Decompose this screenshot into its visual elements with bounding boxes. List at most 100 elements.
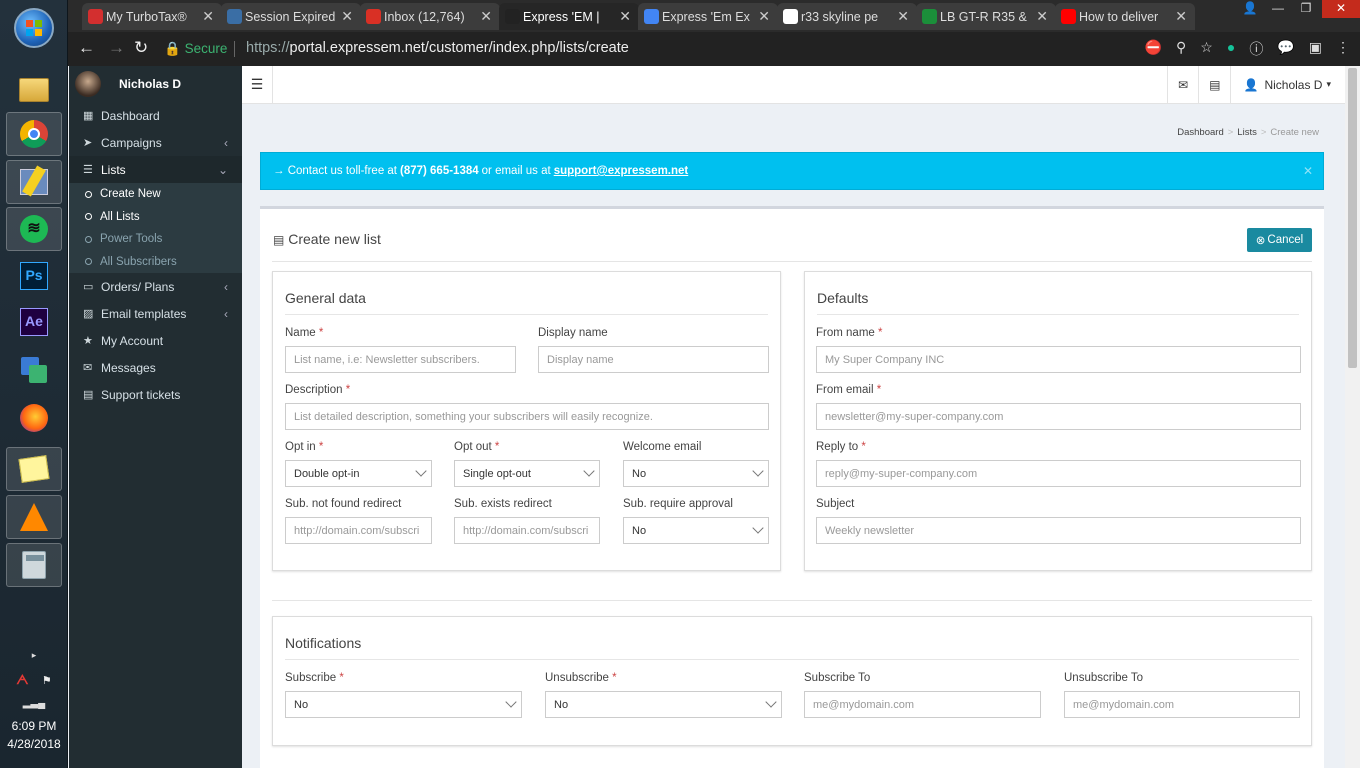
firefox-icon[interactable] [6, 396, 62, 440]
reload-button[interactable]: ↻ [134, 38, 148, 58]
callout-email-link[interactable]: support@expressem.net [554, 165, 689, 177]
tab-favicon-icon [1061, 9, 1076, 24]
subscribe-select[interactable]: No [285, 691, 522, 718]
page-scrollbar[interactable] [1345, 66, 1360, 768]
from-email-input[interactable]: newsletter@my-super-company.com [816, 403, 1301, 430]
browser-tab[interactable]: Session Expired ✕ [221, 3, 361, 30]
browser-tab[interactable]: Express 'Em Ex ✕ [638, 3, 778, 30]
close-window-button[interactable]: ✕ [1322, 0, 1360, 18]
browser-tab[interactable]: r33 skyline pe ✕ [777, 3, 917, 30]
browser-toolbar: ← → ↻ 🔒 Secure https://portal.expressem.… [68, 32, 1360, 66]
url-field[interactable]: https://portal.expressem.net/customer/in… [246, 40, 629, 56]
sidebar-item-campaigns[interactable]: ➤ Campaigns ‹ [69, 129, 242, 156]
list-icon: ☰ [83, 164, 93, 176]
browser-tab[interactable]: Express 'EM | ✕ [499, 3, 639, 30]
scrollbar-thumb[interactable] [1348, 68, 1357, 368]
info-icon[interactable]: ⓘ [1249, 39, 1263, 59]
name-input[interactable]: List name, i.e: Newsletter subscribers. [285, 346, 516, 373]
clock-time[interactable]: 6:09 PM [0, 719, 68, 733]
sidebar-subitem-all-lists[interactable]: All Lists [69, 206, 242, 229]
grammarly-icon[interactable]: ● [1227, 39, 1235, 59]
calculator-icon[interactable] [6, 543, 62, 587]
show-hidden-icons-icon[interactable]: ▸ [0, 650, 68, 661]
user-menu-button[interactable]: 👤 Nicholas D ▾ [1230, 66, 1345, 103]
file-explorer-icon[interactable] [6, 68, 62, 112]
reply-to-input[interactable]: reply@my-super-company.com [816, 460, 1301, 487]
sidebar-item-orders-plans[interactable]: ▭ Orders/ Plans ‹ [69, 273, 242, 300]
browser-tab[interactable]: My TurboTax® ✕ [82, 3, 222, 30]
blocked-popup-icon[interactable]: ⛔ [1145, 39, 1162, 59]
sidebar-subitem-power-tools[interactable]: Power Tools [69, 228, 242, 251]
menu-dots-icon[interactable]: ⋮ [1336, 39, 1350, 59]
sidebar-toggle-button[interactable]: ☰ [242, 66, 273, 103]
sidebar-item-dashboard[interactable]: ▦ Dashboard [69, 102, 242, 129]
browser-tab[interactable]: Inbox (12,764) ✕ [360, 3, 500, 30]
chrome-icon[interactable] [6, 112, 62, 156]
action-center-icon[interactable]: ⚑ [42, 675, 52, 687]
browser-tab[interactable]: How to deliver ✕ [1055, 3, 1195, 30]
spotify-icon[interactable]: ≋ [6, 207, 62, 251]
photoshop-icon[interactable]: Ps [6, 254, 62, 298]
sidebar-item-label: Lists [101, 162, 126, 177]
display-name-input[interactable]: Display name [538, 346, 769, 373]
vlc-icon[interactable] [6, 495, 62, 539]
sidebar-item-messages[interactable]: ✉ Messages [69, 354, 242, 381]
sidebar-item-my-account[interactable]: ★ My Account [69, 327, 242, 354]
tab-close-icon[interactable]: ✕ [897, 8, 909, 25]
network-connector-icon[interactable] [6, 160, 62, 204]
avira-icon[interactable]: ᗅ [16, 672, 28, 687]
tab-close-icon[interactable]: ✕ [480, 8, 492, 25]
secure-indicator[interactable]: 🔒 Secure [164, 41, 227, 57]
subject-input[interactable]: Weekly newsletter [816, 517, 1301, 544]
subscribe-to-input[interactable]: me@mydomain.com [804, 691, 1041, 718]
forward-button[interactable]: → [108, 38, 125, 58]
unsubscribe-to-input[interactable]: me@mydomain.com [1064, 691, 1300, 718]
extension-icon[interactable]: ▣ [1309, 39, 1322, 59]
welcome-email-select[interactable]: No [623, 460, 769, 487]
maximize-button[interactable]: ❐ [1292, 0, 1320, 18]
tab-close-icon[interactable]: ✕ [341, 8, 353, 25]
sidebar-item-support-tickets[interactable]: ▤ Support tickets [69, 381, 242, 408]
sidebar-subitem-create-new[interactable]: Create New [69, 183, 242, 206]
tab-close-icon[interactable]: ✕ [619, 8, 631, 25]
opt-in-select[interactable]: Double opt-in [285, 460, 432, 487]
cancel-button[interactable]: ⊗ Cancel [1247, 228, 1312, 252]
back-button[interactable]: ← [78, 38, 95, 58]
chat-bubble-icon[interactable]: 💬 [1277, 39, 1294, 59]
tasks-button[interactable]: ▤ [1198, 66, 1230, 103]
user-menu-name: Nicholas D [1264, 77, 1323, 92]
clock-date[interactable]: 4/28/2018 [0, 737, 68, 751]
from-name-input[interactable]: My Super Company INC [816, 346, 1301, 373]
sidebar-item-lists[interactable]: ☰ Lists ⌄ [69, 156, 242, 183]
close-icon[interactable]: ✕ [1303, 164, 1313, 178]
network-signal-icon[interactable]: ▂▃▄ [0, 698, 68, 709]
sidebar-item-email-templates[interactable]: ▨ Email templates ‹ [69, 300, 242, 327]
file-transfer-icon[interactable] [6, 348, 62, 392]
bookmark-star-icon[interactable]: ☆ [1200, 39, 1213, 59]
profile-icon[interactable]: 👤 [1236, 0, 1264, 18]
after-effects-icon[interactable]: Ae [6, 300, 62, 344]
breadcrumb-current: Create new [1270, 127, 1319, 138]
windows-start-icon[interactable] [14, 8, 54, 48]
sticky-notes-icon[interactable] [6, 447, 62, 491]
messages-button[interactable]: ✉ [1167, 66, 1198, 103]
minimize-button[interactable]: — [1264, 0, 1292, 18]
tab-close-icon[interactable]: ✕ [202, 8, 214, 25]
opt-out-select[interactable]: Single opt-out [454, 460, 600, 487]
breadcrumb-lists[interactable]: Lists [1237, 127, 1257, 138]
tab-favicon-icon [88, 9, 103, 24]
sub-exists-input[interactable]: http://domain.com/subscri [454, 517, 600, 544]
hamburger-icon: ☰ [250, 76, 264, 92]
sub-not-found-input[interactable]: http://domain.com/subscri [285, 517, 432, 544]
breadcrumb-dashboard[interactable]: Dashboard [1177, 127, 1223, 138]
description-input[interactable]: List detailed description, something you… [285, 403, 769, 430]
tab-close-icon[interactable]: ✕ [758, 8, 770, 25]
sub-approval-select[interactable]: No [623, 517, 769, 544]
browser-tab[interactable]: LB GT-R R35 & ✕ [916, 3, 1056, 30]
tab-close-icon[interactable]: ✕ [1175, 8, 1187, 25]
zoom-icon[interactable]: ⚲ [1176, 39, 1186, 59]
unsubscribe-select[interactable]: No [545, 691, 782, 718]
star-icon: ★ [83, 335, 93, 347]
tab-close-icon[interactable]: ✕ [1036, 8, 1048, 25]
sidebar-subitem-all-subscribers[interactable]: All Subscribers [69, 251, 242, 274]
